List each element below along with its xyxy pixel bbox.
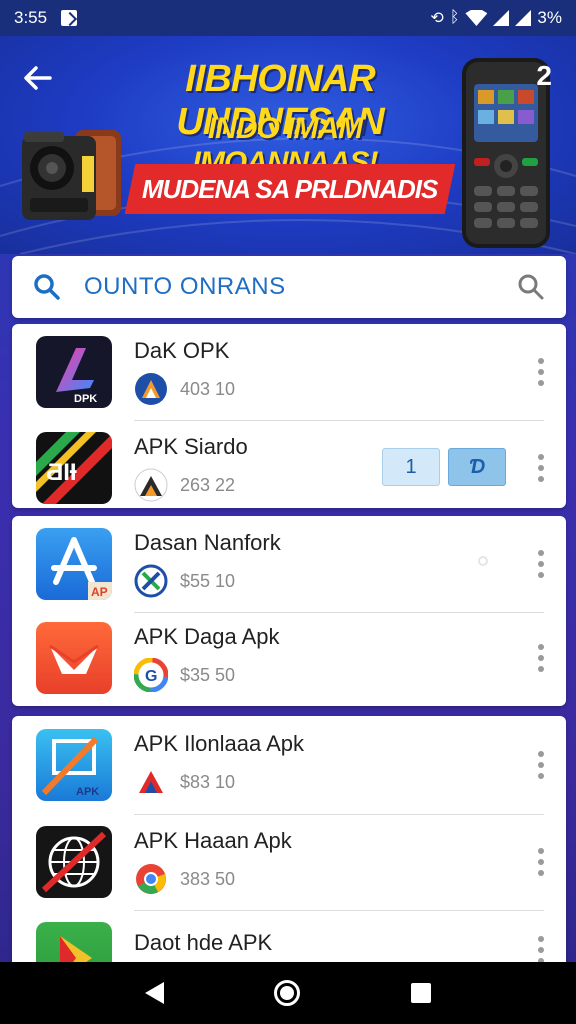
apk-x-icon: [134, 564, 168, 598]
apk-blue-frame-icon: APK: [36, 729, 112, 801]
app-meta: $83 10: [134, 765, 566, 799]
app-name: Daot hde APK: [134, 930, 273, 955]
apk-purple-logo-icon: DPK: [36, 336, 112, 408]
row-text: DaK OPK 403 10: [134, 338, 566, 406]
app-store-icon: AP: [36, 528, 112, 600]
app-group-1: DPK DaK OPK 403 10 ƋIƗ APK Siardo 263 22…: [12, 324, 566, 508]
apk-dark-triangle-icon: [134, 468, 168, 502]
search-input[interactable]: OUNTO ONRANS: [84, 273, 516, 301]
status-bar: 3:55 ⟲ ᛒ 3%: [0, 0, 576, 36]
notification-icon: [61, 10, 78, 26]
globe-slash-icon: [36, 826, 112, 898]
download-chip[interactable]: Ɗ: [448, 448, 506, 486]
app-size: $83 10: [180, 771, 236, 792]
vibrate-icon: ⟲: [430, 10, 444, 27]
overflow-menu-icon[interactable]: [538, 358, 544, 386]
list-item[interactable]: ƋIƗ APK Siardo 263 22 1 Ɗ: [12, 420, 566, 516]
svg-text:G: G: [145, 668, 157, 685]
app-name: DaK OPK: [134, 338, 230, 363]
list-item[interactable]: DPK DaK OPK 403 10: [12, 324, 566, 420]
svg-text:AP: AP: [91, 585, 108, 599]
overflow-menu-icon[interactable]: [538, 454, 544, 482]
search-submit-icon[interactable]: [516, 272, 546, 302]
apk-stripe-logo-icon: ƋIƗ: [36, 432, 112, 504]
app-meta: 403 10: [134, 372, 566, 406]
app-name: APK Daga Apk: [134, 624, 280, 649]
promo-banner: IIBHOINAR UNDNESAN INDO IMAM IMOANNAAS! …: [0, 36, 576, 254]
bluetooth-icon: ᛒ: [449, 9, 460, 26]
status-time: 3:55: [14, 8, 48, 27]
app-name: Dasan Nanfork: [134, 530, 281, 555]
apk-triangle-icon: [135, 373, 167, 405]
search-bar[interactable]: OUNTO ONRANS: [12, 256, 566, 318]
app-size: $35 50: [180, 664, 236, 685]
banner-ribbon: MUDENA SA PRLDNADIS: [124, 164, 456, 214]
overflow-menu-icon[interactable]: [538, 644, 544, 672]
overflow-menu-icon[interactable]: [538, 848, 544, 876]
list-item[interactable]: APK Haaan Apk 383 50: [12, 814, 566, 910]
battery-percent: 3%: [537, 8, 562, 27]
app-size: 383 50: [180, 868, 236, 889]
page-number-badge: 2: [536, 60, 552, 91]
nav-back-icon[interactable]: [145, 982, 165, 1004]
app-group-3: APK APK Ilonlaaa Apk $83 10 APK Haaan Ap…: [12, 716, 566, 994]
status-left: 3:55: [14, 8, 78, 28]
search-icon: [34, 274, 60, 300]
wifi-icon: [465, 10, 488, 26]
overflow-menu-icon[interactable]: [538, 550, 544, 578]
svg-text:DPK: DPK: [74, 393, 97, 405]
overflow-menu-icon[interactable]: [538, 936, 544, 964]
row-text: Dasan Nanfork $55 10: [134, 530, 566, 598]
back-arrow-button[interactable]: [20, 60, 56, 96]
app-meta: G $35 50: [134, 658, 566, 692]
status-dot: [478, 556, 488, 566]
app-size: $55 10: [180, 570, 236, 591]
svg-text:ƋIƗ: ƋIƗ: [46, 459, 77, 486]
app-meta: $55 10: [134, 564, 566, 598]
app-group-2: AP Dasan Nanfork $55 10 APK Daga Apk G $…: [12, 516, 566, 706]
nav-recents-icon[interactable]: [410, 983, 431, 1003]
list-item[interactable]: AP Dasan Nanfork $55 10: [12, 516, 566, 612]
row-text: Daot hde APK: [134, 922, 566, 964]
row-text: APK Haaan Apk 383 50: [134, 828, 566, 896]
status-right: ⟲ ᛒ 3%: [430, 8, 562, 28]
app-meta: 383 50: [134, 862, 566, 896]
app-name: APK Haaan Apk: [134, 828, 292, 853]
banner-ribbon-text: MUDENA SA PRLDNADIS: [142, 173, 438, 204]
app-size: 403 10: [180, 378, 236, 399]
app-name: APK Ilonlaaa Apk: [134, 731, 305, 756]
nav-home-icon[interactable]: [274, 980, 301, 1006]
list-item[interactable]: APK Daga Apk G $35 50: [12, 612, 566, 704]
back-arrow-icon: [24, 66, 52, 90]
google-g-icon: G: [134, 658, 168, 692]
mail-arrow-icon: [36, 622, 112, 694]
list-item[interactable]: APK APK Ilonlaaa Apk $83 10: [12, 716, 566, 814]
version-chip[interactable]: 1: [382, 448, 440, 486]
apk-red-triangle-icon: [135, 766, 167, 798]
row-text: APK Ilonlaaa Apk $83 10: [134, 731, 566, 799]
signal-icon: [493, 10, 510, 26]
app-size: 263 22: [180, 474, 236, 495]
navigation-bar: [0, 962, 576, 1024]
signal-icon-2: [515, 10, 532, 26]
row-text: APK Daga Apk G $35 50: [134, 624, 566, 692]
chrome-icon: [136, 864, 166, 894]
camera-icon: [22, 130, 121, 220]
svg-text:APK: APK: [76, 786, 99, 798]
overflow-menu-icon[interactable]: [538, 751, 544, 779]
